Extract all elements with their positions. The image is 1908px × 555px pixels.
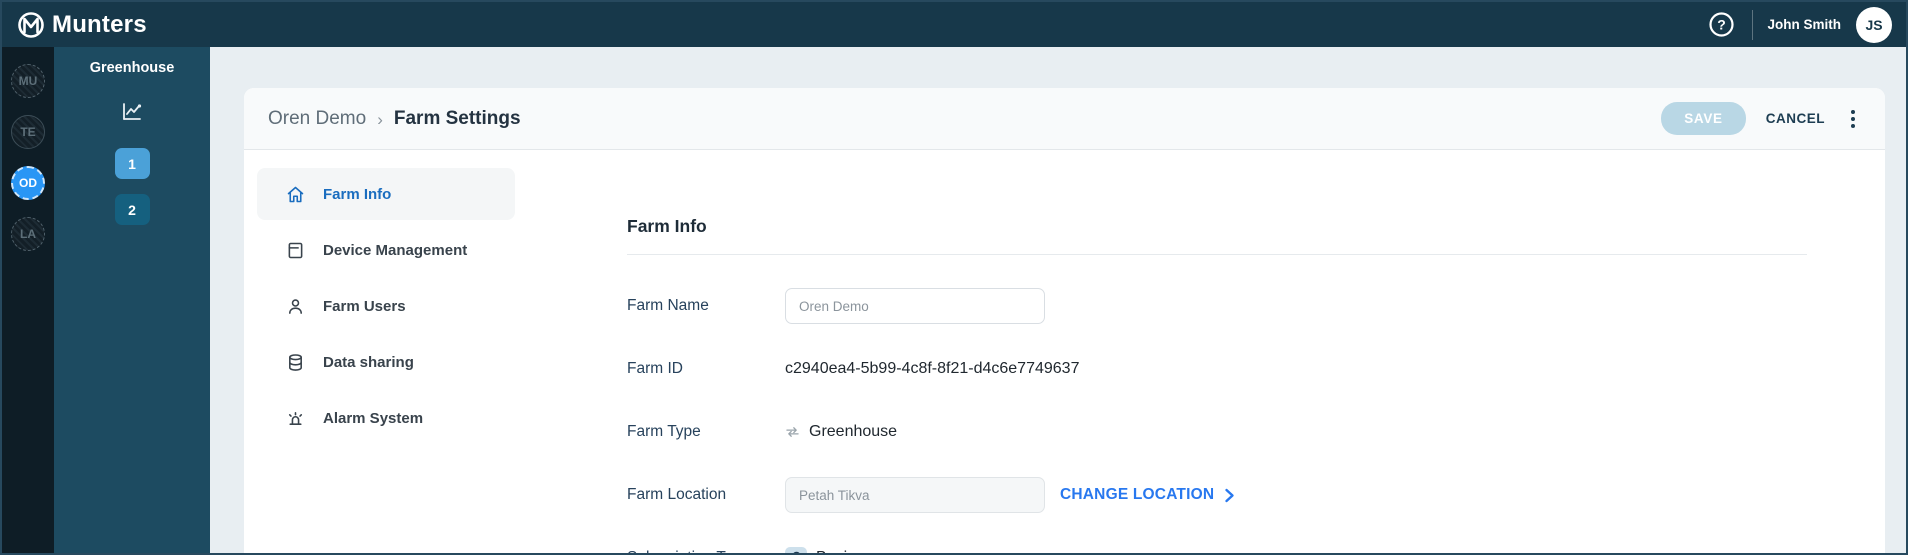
farm-settings-card: Oren Demo › Farm Settings SAVE CANCEL Fa… [244, 88, 1885, 553]
farm-info-form: Farm Info Farm Name Farm ID c2940ea4-5b9… [557, 168, 1885, 553]
section-divider [627, 254, 1807, 255]
farm-name-input[interactable] [785, 288, 1045, 324]
user-name: John Smith [1767, 17, 1842, 32]
munters-logo-icon [17, 11, 45, 39]
farm-sidebar: Greenhouse 1 2 [54, 47, 210, 553]
nav-label: Data sharing [323, 353, 414, 371]
svg-text:?: ? [1717, 17, 1726, 33]
change-location-link[interactable]: CHANGE LOCATION [1060, 486, 1235, 504]
nav-item-farm-info[interactable]: Farm Info [257, 168, 515, 220]
farm-location-input[interactable] [785, 477, 1045, 513]
farm-name-label: Farm Name [627, 297, 709, 314]
subscription-type-row: Subscription Type Basic [627, 540, 1807, 553]
save-button[interactable]: SAVE [1661, 102, 1746, 135]
farm-name-row: Farm Name [627, 288, 1807, 324]
section-title: Farm Info [627, 216, 707, 236]
user-icon [285, 296, 306, 317]
card-header: Oren Demo › Farm Settings SAVE CANCEL [244, 88, 1885, 150]
top-bar: Munters ? John Smith JS [2, 2, 1906, 47]
org-rail: MU TE OD LA [2, 47, 54, 553]
nav-label: Alarm System [323, 409, 424, 427]
farm-type-icon [785, 426, 800, 438]
farm-name-title: Greenhouse [89, 60, 175, 76]
nav-item-data-sharing[interactable]: Data sharing [257, 336, 515, 388]
alarm-siren-icon [285, 408, 306, 429]
content-area: Oren Demo › Farm Settings SAVE CANCEL Fa… [210, 47, 1906, 553]
farm-type-row: Farm Type Greenhouse [627, 414, 1807, 450]
change-location-label: CHANGE LOCATION [1060, 486, 1215, 503]
breadcrumb: Oren Demo › Farm Settings [268, 108, 521, 130]
breadcrumb-farm[interactable]: Oren Demo [268, 108, 366, 130]
subscription-type-label: Subscription Type [627, 549, 785, 553]
farm-id-value: c2940ea4-5b99-4c8f-8f21-d4c6e7749637 [785, 360, 1080, 377]
analytics-chart-icon[interactable] [120, 101, 144, 123]
farm-type-label: Farm Type [627, 423, 701, 440]
cancel-button[interactable]: CANCEL [1766, 111, 1825, 126]
nav-label: Device Management [323, 241, 468, 259]
kebab-menu-icon[interactable] [1845, 106, 1861, 132]
nav-item-device-management[interactable]: Device Management [257, 224, 515, 276]
nav-item-farm-users[interactable]: Farm Users [257, 280, 515, 332]
house-button-1[interactable]: 1 [114, 148, 150, 179]
page-title: Farm Settings [393, 107, 521, 129]
app-window: Munters ? John Smith JS MU TE OD LA Gree… [0, 0, 1908, 555]
farm-type-value: Greenhouse [809, 423, 898, 440]
farm-id-label: Farm ID [627, 360, 683, 377]
farm-location-row: Farm Location CHANGE LOCATION [627, 477, 1807, 513]
topbar-divider [1751, 9, 1753, 40]
brand-logo: Munters [17, 11, 147, 39]
subscription-type-value: Basic [816, 549, 855, 553]
nav-item-alarm-system[interactable]: Alarm System [257, 392, 515, 444]
chevron-right-icon [1224, 488, 1235, 503]
nav-label: Farm Info [323, 185, 392, 203]
org-avatar-mu[interactable]: MU [11, 64, 45, 98]
org-avatar-la[interactable]: LA [11, 217, 45, 251]
database-icon [285, 352, 306, 373]
nav-label: Farm Users [323, 297, 406, 315]
brand-name: Munters [52, 10, 147, 38]
house-button-2[interactable]: 2 [114, 194, 150, 225]
settings-nav: Farm Info Device Management Farm Users D… [257, 168, 557, 553]
help-icon[interactable]: ? [1706, 9, 1737, 40]
farm-id-row: Farm ID c2940ea4-5b99-4c8f-8f21-d4c6e774… [627, 351, 1807, 387]
home-icon [285, 184, 306, 205]
org-avatar-od[interactable]: OD [11, 166, 45, 200]
user-avatar[interactable]: JS [1856, 6, 1892, 43]
chevron-right-icon: › [377, 109, 383, 129]
subscription-tree-icon [785, 547, 807, 553]
device-icon [285, 240, 306, 261]
org-avatar-te[interactable]: TE [11, 115, 45, 149]
farm-location-label: Farm Location [627, 486, 727, 503]
